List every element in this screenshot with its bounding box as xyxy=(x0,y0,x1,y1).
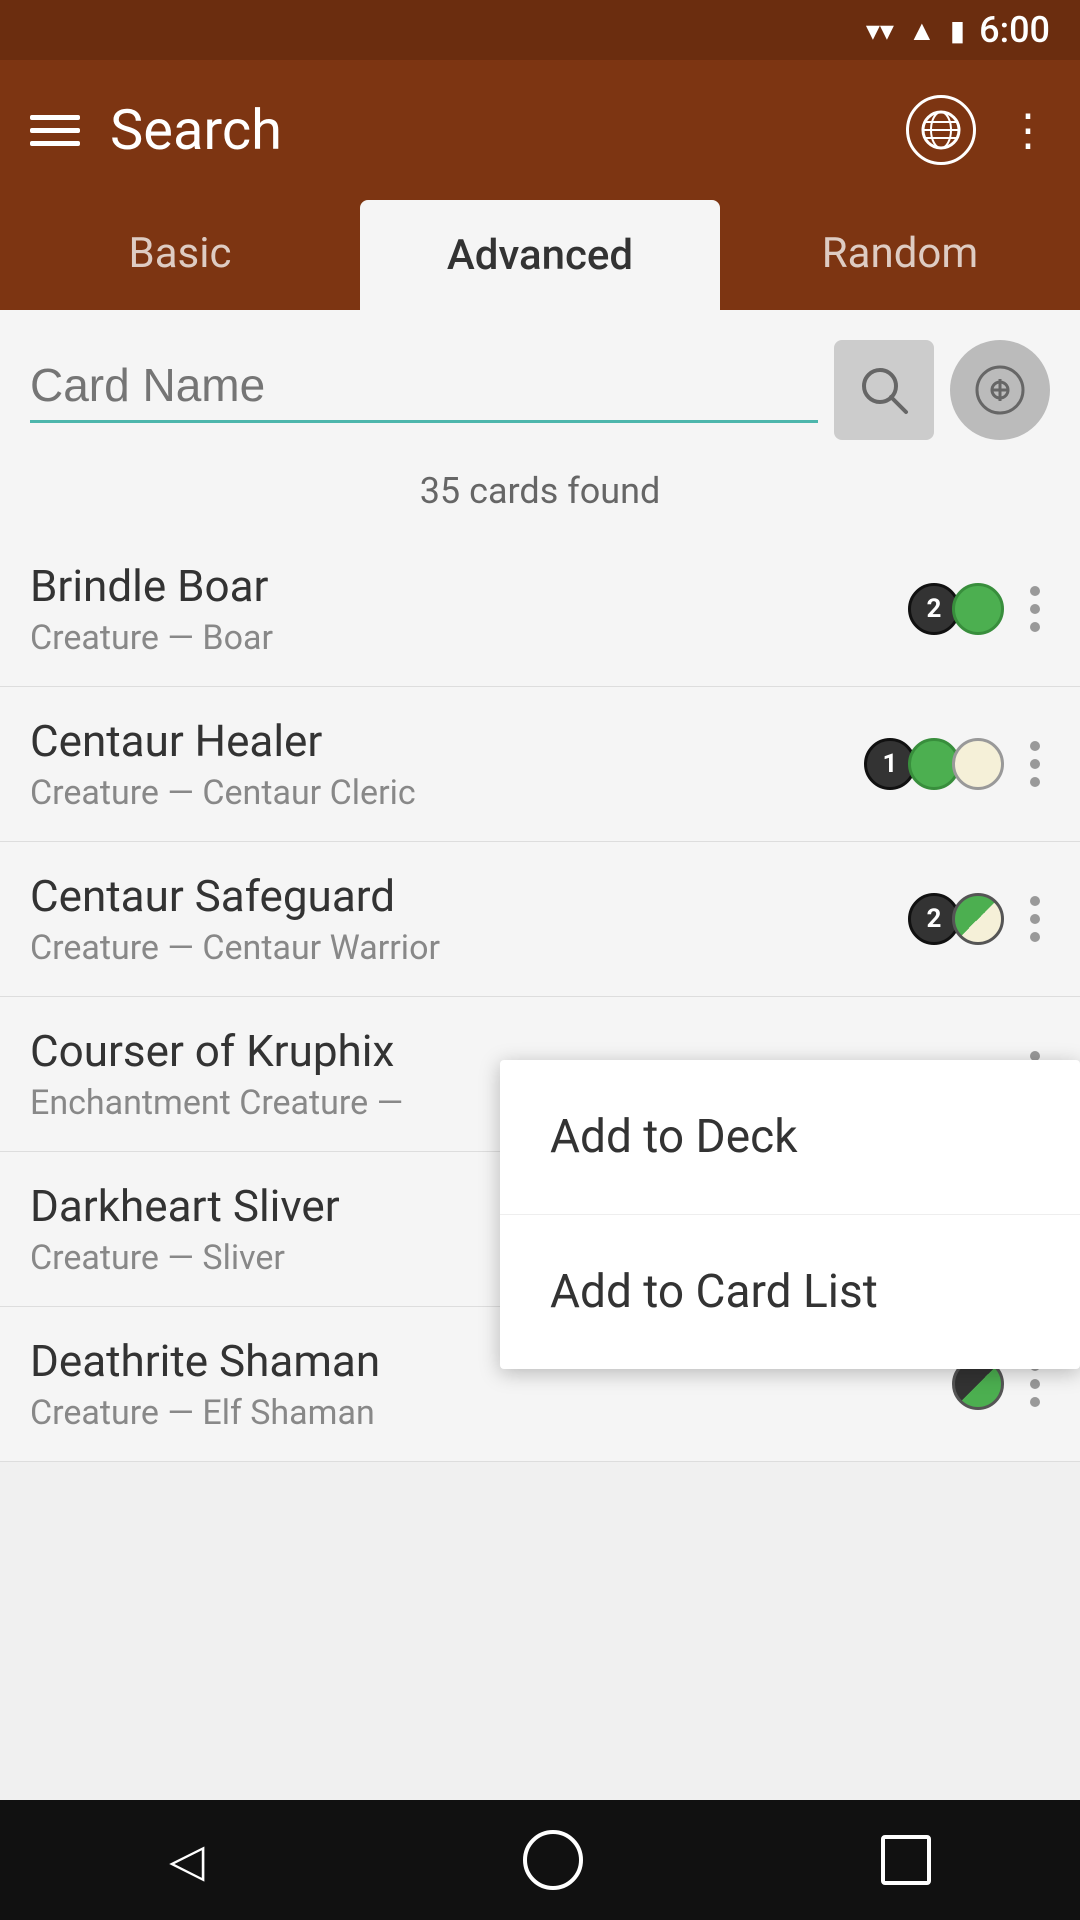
wifi-icon: ▾▾ xyxy=(866,14,894,47)
results-count: 35 cards found xyxy=(0,450,1080,532)
card-info: Centaur Healer Creature — Centaur Cleric xyxy=(30,715,864,813)
search-button[interactable] xyxy=(834,340,934,440)
home-button[interactable] xyxy=(523,1830,583,1890)
status-time: 6:00 xyxy=(979,9,1050,51)
pip-white xyxy=(952,738,1004,790)
list-item: Centaur Safeguard Creature — Centaur War… xyxy=(0,842,1080,997)
card-name: Centaur Healer xyxy=(30,715,864,767)
card-info: Brindle Boar Creature — Boar xyxy=(30,560,908,658)
globe-button[interactable] xyxy=(906,95,976,165)
card-type: Creature — Elf Shaman xyxy=(30,1393,952,1433)
search-area xyxy=(0,310,1080,450)
more-options-button[interactable]: ⋮ xyxy=(1006,104,1050,156)
color-pips: 1 xyxy=(864,738,1004,790)
more-options-dots[interactable] xyxy=(1020,731,1050,797)
navigation-bar: ◁ xyxy=(0,1800,1080,1920)
signal-icon: ▲ xyxy=(908,14,936,47)
tab-basic[interactable]: Basic xyxy=(0,200,360,310)
toolbar-icons: ⋮ xyxy=(906,95,1050,165)
filter-button[interactable] xyxy=(950,340,1050,440)
search-input[interactable] xyxy=(30,358,818,412)
status-icons: ▾▾ ▲ ▮ 6:00 xyxy=(866,9,1050,51)
context-menu: Add to Deck Add to Card List xyxy=(500,1060,1080,1369)
list-item: Brindle Boar Creature — Boar 2 xyxy=(0,532,1080,687)
card-actions: 2 xyxy=(908,886,1050,952)
tabs-container: Basic Advanced Random xyxy=(0,200,1080,310)
pip-split xyxy=(952,893,1004,945)
add-to-card-list-button[interactable]: Add to Card List xyxy=(500,1215,1080,1369)
tab-advanced[interactable]: Advanced xyxy=(360,200,720,310)
card-name: Centaur Safeguard xyxy=(30,870,908,922)
color-pips: 2 xyxy=(908,893,1004,945)
app-bar: Search ⋮ xyxy=(0,60,1080,200)
card-actions: 1 xyxy=(864,731,1050,797)
card-type: Creature — Centaur Warrior xyxy=(30,928,908,968)
recents-button[interactable] xyxy=(881,1835,931,1885)
more-options-dots[interactable] xyxy=(1020,886,1050,952)
color-pips: 2 xyxy=(908,583,1004,635)
list-item: Centaur Healer Creature — Centaur Cleric… xyxy=(0,687,1080,842)
app-title: Search xyxy=(110,97,876,163)
card-info: Centaur Safeguard Creature — Centaur War… xyxy=(30,870,908,968)
card-name: Brindle Boar xyxy=(30,560,908,612)
more-options-dots[interactable] xyxy=(1020,576,1050,642)
back-button[interactable]: ◁ xyxy=(149,1813,224,1908)
search-input-wrapper xyxy=(30,358,818,423)
card-type: Creature — Boar xyxy=(30,618,908,658)
menu-button[interactable] xyxy=(30,115,80,146)
card-actions: 2 xyxy=(908,576,1050,642)
status-bar: ▾▾ ▲ ▮ 6:00 xyxy=(0,0,1080,60)
card-type: Creature — Centaur Cleric xyxy=(30,773,864,813)
tab-random[interactable]: Random xyxy=(720,200,1080,310)
add-to-deck-button[interactable]: Add to Deck xyxy=(500,1060,1080,1215)
pip-green xyxy=(952,583,1004,635)
battery-icon: ▮ xyxy=(950,14,965,47)
